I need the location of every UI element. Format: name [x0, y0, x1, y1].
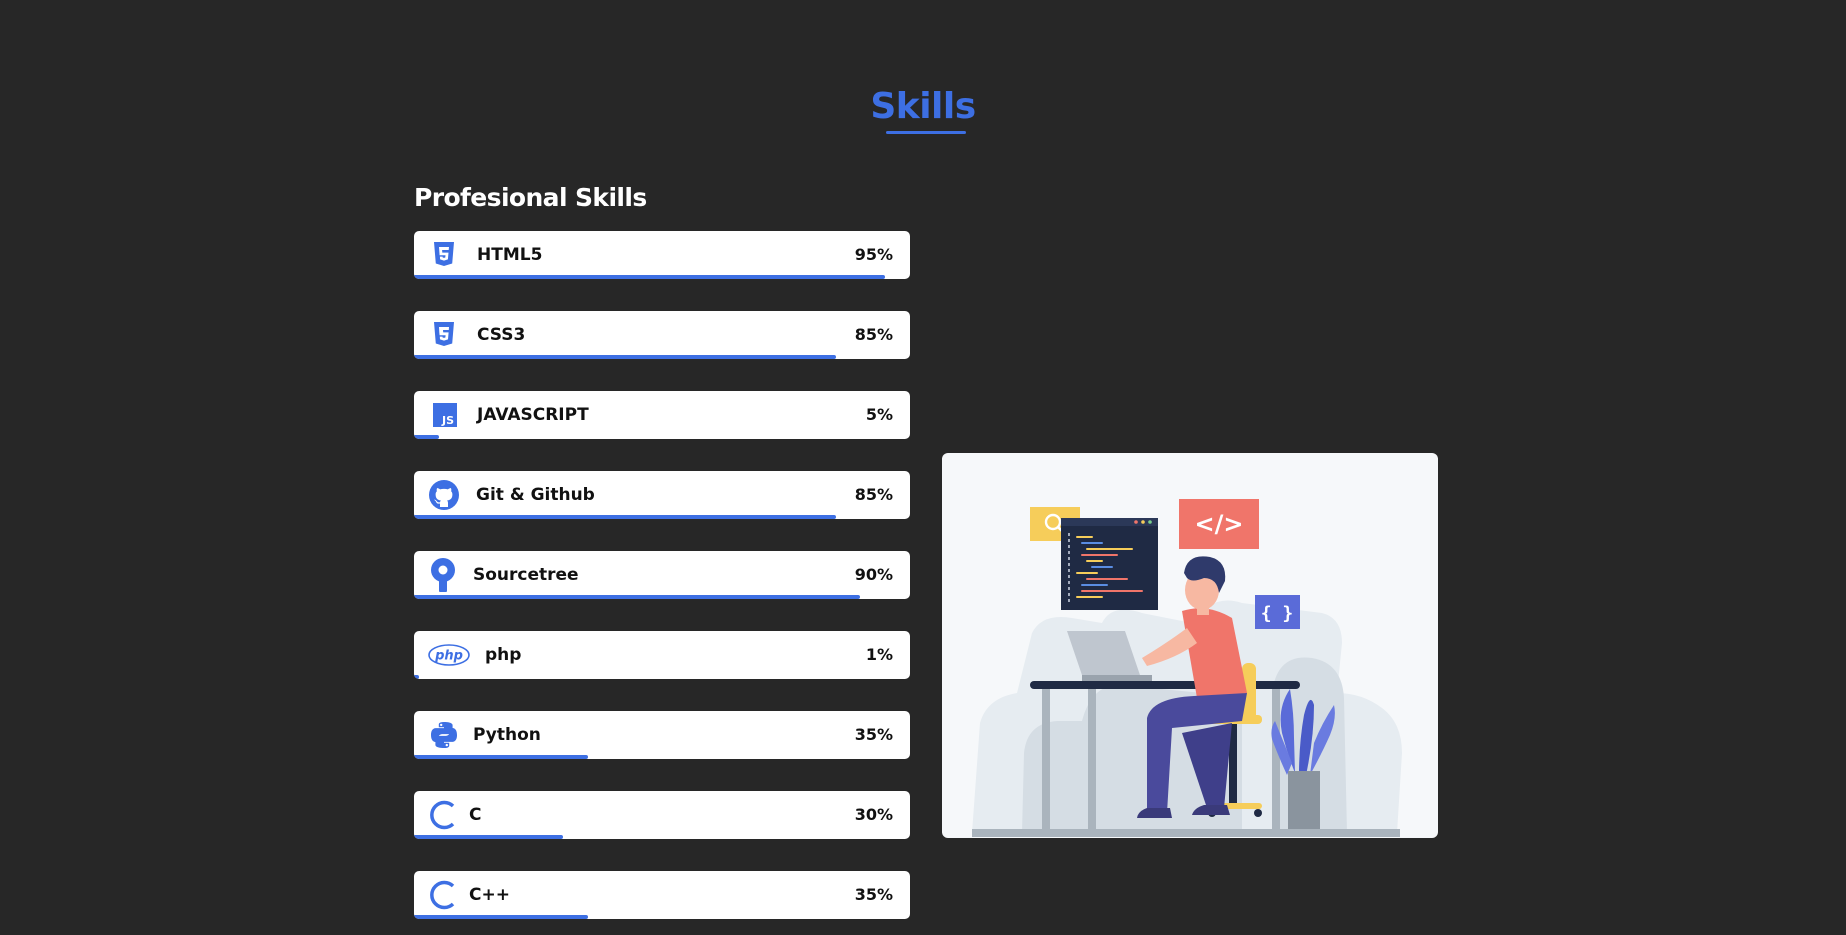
- skill-progress-fill: [414, 275, 886, 279]
- github-icon: [429, 480, 459, 510]
- skill-progress-fill: [414, 835, 563, 839]
- skill-card-sourcetree: Sourcetree 90%: [414, 551, 910, 599]
- code-tag-text: </>: [1195, 510, 1244, 538]
- skill-name: php: [485, 645, 522, 665]
- skill-progress-track: [414, 675, 910, 679]
- skill-name: C: [469, 805, 482, 825]
- skill-progress-track: [414, 435, 910, 439]
- skill-percent: 95%: [854, 245, 893, 264]
- skill-name: Python: [473, 725, 541, 745]
- php-icon: php: [428, 644, 470, 666]
- section-title: Skills: [870, 86, 976, 127]
- skill-percent: 1%: [865, 645, 893, 664]
- skill-name: HTML5: [477, 245, 543, 265]
- skill-card-php: php php 1%: [414, 631, 910, 679]
- skill-percent: 30%: [854, 805, 893, 824]
- skill-progress-track: [414, 595, 910, 599]
- skill-percent: 35%: [854, 885, 893, 904]
- html5-icon: [432, 242, 456, 268]
- skill-name: CSS3: [477, 325, 526, 345]
- cplusplus-icon: [429, 880, 457, 910]
- css3-icon: [432, 322, 456, 348]
- skill-percent: 85%: [854, 325, 893, 344]
- skill-card-css3: CSS3 85%: [414, 311, 910, 359]
- skills-list: HTML5 95% CSS3 85% JS JAVASCRIPT 5% Git …: [414, 231, 910, 935]
- braces-tag-text: { }: [1261, 603, 1294, 624]
- svg-text:JS: JS: [441, 414, 454, 427]
- skill-progress-track: [414, 755, 910, 759]
- skills-section: Skills Profesional Skills HTML5 95% CSS3…: [0, 0, 1846, 935]
- skill-progress-fill: [414, 435, 439, 439]
- skill-progress-fill: [414, 595, 861, 599]
- sourcetree-icon: [430, 558, 456, 592]
- skill-progress-fill: [414, 675, 419, 679]
- skill-progress-fill: [414, 755, 588, 759]
- skill-progress-fill: [414, 915, 588, 919]
- skill-percent: 35%: [854, 725, 893, 744]
- skill-progress-fill: [414, 515, 836, 519]
- svg-text:php: php: [434, 649, 463, 664]
- skill-percent: 5%: [865, 405, 893, 424]
- javascript-icon: JS: [433, 403, 457, 427]
- python-icon: [430, 721, 458, 749]
- skill-progress-track: [414, 515, 910, 519]
- professional-skills-title: Profesional Skills: [414, 183, 647, 212]
- skill-progress-fill: [414, 355, 836, 359]
- skill-progress-track: [414, 355, 910, 359]
- developer-at-desk-illustration: </> { }: [972, 499, 1402, 837]
- skill-progress-track: [414, 835, 910, 839]
- skill-card-c: C 30%: [414, 791, 910, 839]
- skill-name: JAVASCRIPT: [477, 405, 589, 425]
- section-title-underline: [886, 131, 966, 134]
- skill-progress-track: [414, 275, 910, 279]
- skill-name: Sourcetree: [473, 565, 579, 585]
- skill-name: C++: [469, 885, 510, 905]
- c-icon: [429, 800, 457, 830]
- skill-progress-track: [414, 915, 910, 919]
- developer-illustration: </> { }: [942, 453, 1438, 838]
- skill-percent: 85%: [854, 485, 893, 504]
- skill-card-javascript: JS JAVASCRIPT 5%: [414, 391, 910, 439]
- skill-card-git-github: Git & Github 85%: [414, 471, 910, 519]
- skill-card-python: Python 35%: [414, 711, 910, 759]
- skill-percent: 90%: [854, 565, 893, 584]
- skill-name: Git & Github: [476, 485, 595, 505]
- skill-card-html5: HTML5 95%: [414, 231, 910, 279]
- skill-card-cplusplus: C++ 35%: [414, 871, 910, 919]
